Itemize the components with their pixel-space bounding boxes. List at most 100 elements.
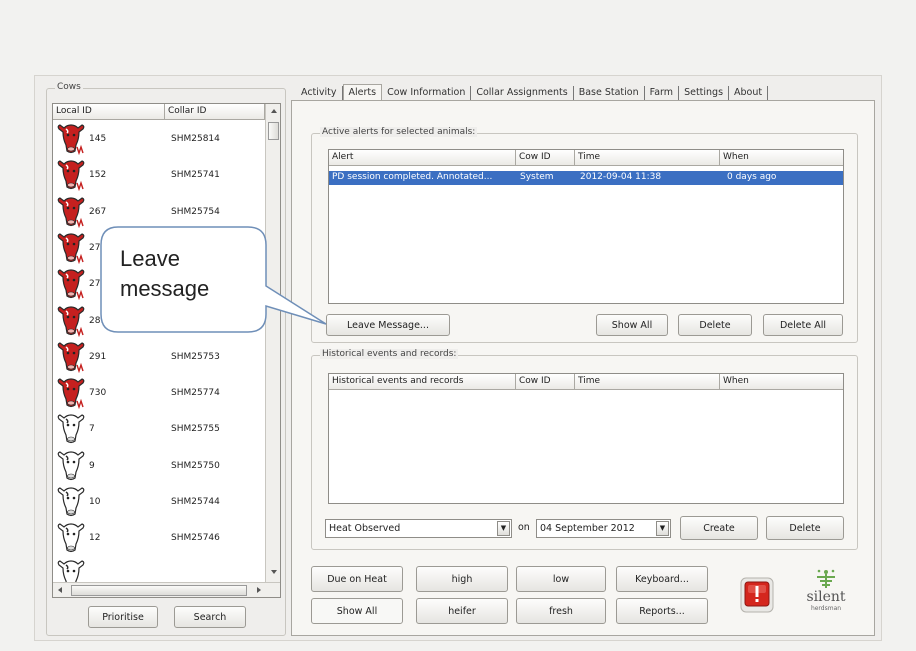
search-button[interactable]: Search	[174, 606, 246, 628]
tab-farm[interactable]: Farm	[645, 86, 680, 100]
tab-activity[interactable]: Activity	[296, 86, 343, 100]
tab-collar-assignments[interactable]: Collar Assignments	[471, 86, 574, 100]
filter-heifer-button[interactable]: heifer	[416, 598, 508, 624]
cow-list-header-local-id[interactable]: Local ID	[53, 104, 165, 120]
cow-list-hscrollbar[interactable]	[53, 582, 280, 597]
cow-icon	[57, 451, 85, 480]
alert-row-alert: PD session completed. Annotated...	[332, 172, 493, 182]
cow-icon	[57, 523, 85, 553]
prioritise-button[interactable]: Prioritise	[88, 606, 158, 628]
cow-row[interactable]: 12 SHM25746	[53, 522, 263, 558]
event-type-select[interactable]: Heat Observed ▼	[325, 519, 512, 538]
cow-list-vscrollbar[interactable]	[265, 104, 280, 582]
calendar-dropdown-icon[interactable]: ▼	[656, 521, 669, 536]
cow-list-header-collar-id[interactable]: Collar ID	[165, 104, 265, 120]
cow-collar-id: SHM25750	[171, 460, 220, 471]
scroll-thumb[interactable]	[268, 122, 279, 140]
cow-alert-icon	[57, 160, 85, 192]
cow-icon	[57, 414, 85, 444]
cow-alert-icon	[57, 196, 85, 228]
cow-list[interactable]: Local ID Collar ID 145 SHM25814 152 SHM2574…	[52, 103, 281, 598]
cow-rows: 145 SHM25814 152 SHM25741 267 SHM25754 270 271 2…	[53, 123, 265, 593]
cow-local-id: 291	[89, 351, 107, 362]
logo-text: silent	[806, 589, 846, 605]
tab-about[interactable]: About	[729, 86, 769, 100]
history-header-time[interactable]: Time	[575, 374, 720, 390]
alert-row[interactable]: PD session completed. Annotated... Syste…	[329, 171, 843, 185]
cow-collar-id: SHM25755	[171, 424, 220, 435]
filter-low-button[interactable]: low	[516, 566, 606, 592]
scroll-left-icon[interactable]	[58, 587, 62, 593]
reports-button[interactable]: Reports...	[616, 598, 708, 624]
logo-subtext: herdsman	[810, 605, 842, 612]
cow-row[interactable]: 145 SHM25814	[53, 123, 263, 159]
cow-collar-id: SHM25753	[171, 351, 220, 362]
create-event-button[interactable]: Create	[680, 516, 758, 540]
active-alerts-list[interactable]: Alert Cow ID Time When PD session comple…	[328, 149, 844, 304]
leave-message-button[interactable]: Leave Message...	[326, 314, 450, 336]
on-label: on	[518, 522, 530, 533]
cow-local-id: 730	[89, 388, 107, 399]
silent-herdsman-logo: silent herdsman	[800, 568, 852, 628]
cow-row[interactable]: 152 SHM25741	[53, 159, 263, 195]
cow-collar-id: SHM25774	[171, 388, 220, 399]
cow-alert-icon	[57, 378, 85, 410]
cow-alert-icon	[57, 342, 85, 373]
scroll-down-icon[interactable]	[271, 570, 277, 574]
tab-bar: Activity Alerts Cow Information Collar Assi…	[296, 84, 769, 101]
alerts-header-time[interactable]: Time	[575, 150, 720, 166]
cow-local-id: 7	[89, 424, 95, 435]
cow-alert-icon	[57, 124, 85, 155]
filter-high-button[interactable]: high	[416, 566, 508, 592]
alert-row-time: 2012-09-04 11:38	[580, 172, 662, 182]
history-header-events[interactable]: Historical events and records	[329, 374, 516, 390]
cow-local-id: 152	[89, 170, 107, 181]
cow-local-id: 267	[89, 206, 107, 217]
cow-row[interactable]: 7 SHM25755	[53, 413, 263, 449]
filter-fresh-button[interactable]: fresh	[516, 598, 606, 624]
herdsman-signal-icon	[817, 569, 835, 588]
delete-event-button[interactable]: Delete	[766, 516, 844, 540]
cow-alert-icon	[57, 233, 85, 264]
tab-alerts[interactable]: Alerts	[342, 84, 383, 101]
filter-due-on-heat-button[interactable]: Due on Heat	[311, 566, 403, 592]
historical-list[interactable]: Historical events and records Cow ID Tim…	[328, 373, 844, 504]
tab-cow-information[interactable]: Cow Information	[382, 86, 472, 100]
delete-all-alerts-button[interactable]: Delete All	[763, 314, 843, 336]
cow-row[interactable]: 730 SHM25774	[53, 377, 263, 413]
alert-row-when: 0 days ago	[727, 172, 777, 182]
scroll-up-icon[interactable]	[271, 109, 277, 113]
alerts-header-when[interactable]: When	[720, 150, 843, 166]
cow-local-id: 145	[89, 134, 107, 144]
show-all-alerts-button[interactable]: Show All	[596, 314, 668, 336]
cow-collar-id: SHM25746	[171, 533, 220, 544]
scroll-right-icon[interactable]	[257, 587, 261, 593]
keyboard-button[interactable]: Keyboard...	[616, 566, 708, 592]
alert-row-cow-id: System	[520, 172, 554, 182]
cow-row[interactable]: 10 SHM25744	[53, 486, 263, 522]
tab-base-station[interactable]: Base Station	[574, 86, 645, 100]
date-picker[interactable]: 04 September 2012 ▼	[536, 519, 671, 538]
tab-settings[interactable]: Settings	[679, 86, 730, 100]
alerts-header-cow-id[interactable]: Cow ID	[516, 150, 575, 166]
chevron-down-icon[interactable]: ▼	[497, 521, 510, 536]
cow-alert-icon	[57, 269, 85, 301]
callout-text: Leave message	[120, 244, 209, 304]
cow-local-id: 10	[89, 497, 101, 507]
callout-line1: Leave	[120, 246, 180, 271]
cow-collar-id: SHM25744	[171, 497, 220, 507]
cow-collar-id: SHM25754	[171, 206, 220, 217]
alerts-header-alert[interactable]: Alert	[329, 150, 516, 166]
history-header-cow-id[interactable]: Cow ID	[516, 374, 575, 390]
historical-title: Historical events and records:	[320, 349, 459, 359]
delete-alert-button[interactable]: Delete	[678, 314, 752, 336]
cow-row[interactable]: 9 SHM25750	[53, 450, 263, 486]
filter-show-all-button[interactable]: Show All	[311, 598, 403, 624]
cow-alert-icon	[57, 305, 85, 337]
cow-collar-id: SHM25741	[171, 170, 220, 181]
hscroll-thumb[interactable]	[71, 585, 247, 596]
alarm-icon[interactable]	[740, 577, 774, 613]
cow-row[interactable]: 291 SHM25753	[53, 341, 263, 377]
history-header-when[interactable]: When	[720, 374, 843, 390]
cow-collar-id: SHM25814	[171, 134, 220, 144]
